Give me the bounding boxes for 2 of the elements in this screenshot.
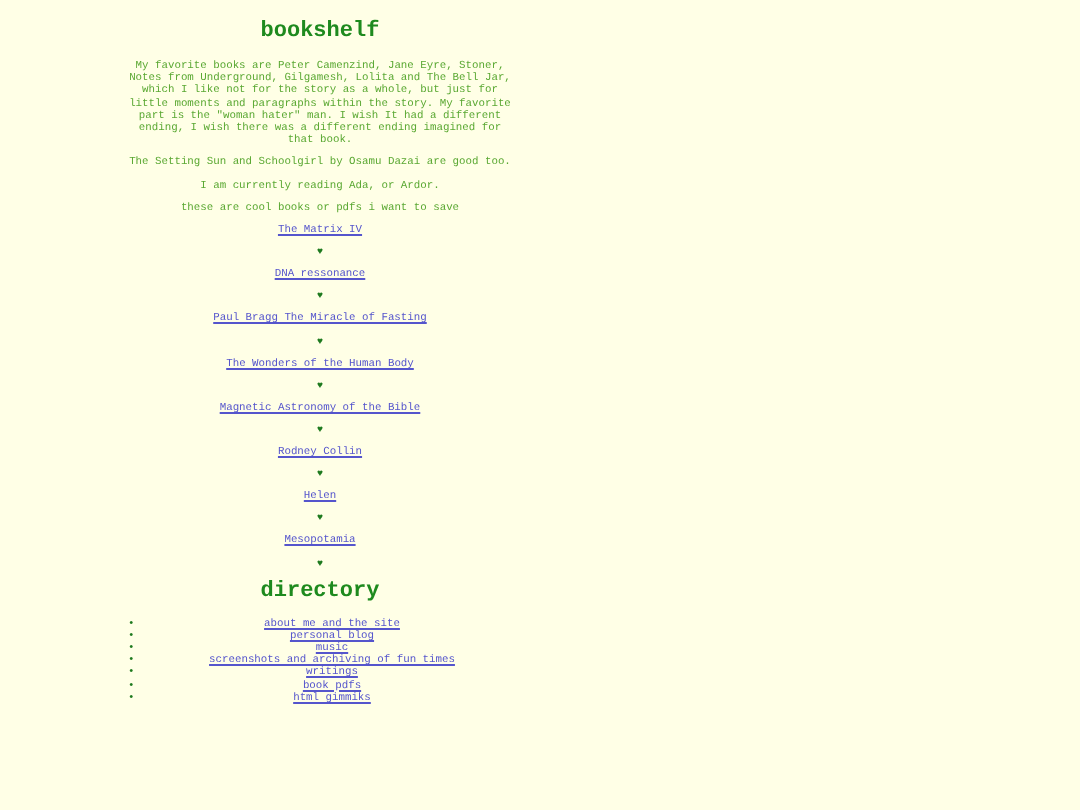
- page-title: bookshelf: [258, 20, 382, 46]
- section-title: directory: [258, 579, 382, 606]
